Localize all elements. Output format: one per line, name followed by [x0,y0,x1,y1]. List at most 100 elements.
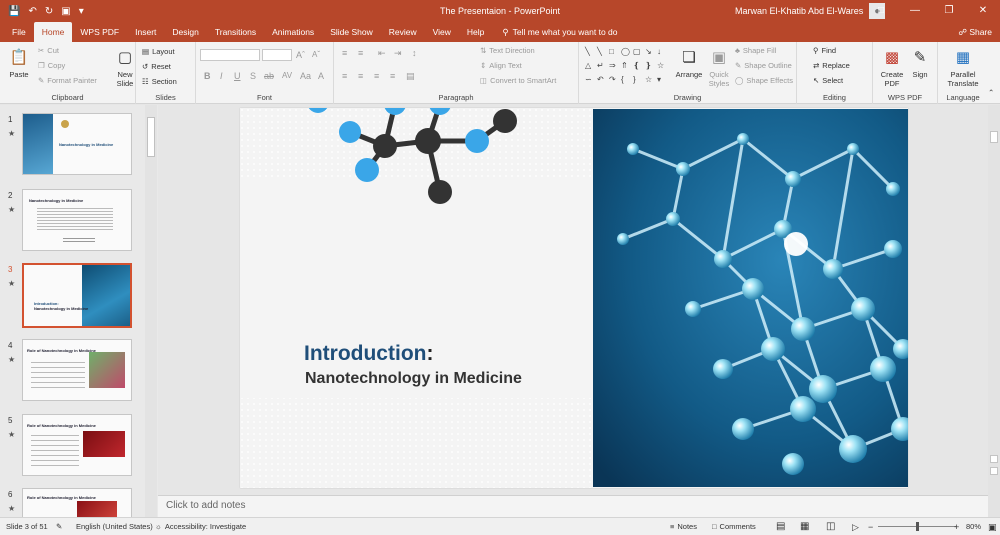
font-size-select[interactable] [262,49,292,61]
font-name-select[interactable] [200,49,260,61]
increase-indent-icon[interactable]: ⇥ [394,48,402,59]
copy-button[interactable]: ❐ Copy [38,61,65,70]
rectangle-shape-icon[interactable]: □ [609,47,619,59]
bullets-icon[interactable]: ≡ [342,48,347,58]
decrease-font-icon[interactable]: Aˇ [312,50,320,59]
slideshow-view-icon[interactable]: ▷ [852,518,859,535]
cut-button[interactable]: ✂ Cut [38,46,59,55]
justify-icon[interactable]: ≡ [390,71,395,81]
oval-shape-icon[interactable]: ◯ [621,47,631,59]
brace-shape-icon[interactable]: { [621,75,631,87]
star-shape-icon[interactable]: ☆ [657,61,667,73]
char-spacing-icon[interactable]: AV [282,71,292,80]
reset-button[interactable]: ↺ Reset [142,62,171,71]
normal-view-icon[interactable]: ▤ [776,518,785,535]
select-button[interactable]: ↖ Select [813,76,843,85]
quick-styles-button[interactable]: ▣ Quick Styles [704,46,734,89]
font-color-icon[interactable]: A [318,71,324,81]
arrow-shape-icon[interactable]: ↓ [657,47,667,59]
curve-shape-icon[interactable]: ∽ [585,75,595,87]
slide-thumbnail-5[interactable]: 5 ★ Role of Nanotechnology in Medicine [0,414,145,484]
tab-help[interactable]: Help [459,22,492,42]
curve-shape-icon[interactable]: ↷ [609,75,619,87]
slide-thumbnail-3[interactable]: 3 ★ Introduction: Nanotechnology in Medi… [0,263,145,333]
line-shape-icon[interactable]: ╲ [585,47,595,59]
zoom-in-icon[interactable]: + [954,518,959,535]
slide-thumbnail-1[interactable]: 1 ★ Nanotechnology in Medicine [0,113,145,183]
shapes-gallery[interactable]: ╲ ╲ □ ◯ ▢ ↘ ↓ △ ↵ ⇒ ⇑ ❴ ❵ ☆ ∽ ↶ ↷ { } ☆ … [585,47,664,87]
decrease-indent-icon[interactable]: ⇤ [378,48,386,59]
new-slide-button[interactable]: ▢ New Slide [112,46,138,89]
align-center-icon[interactable]: ≡ [358,71,363,81]
current-slide[interactable]: Introduction: Nanotechnology in Medicine [240,108,908,488]
slide-thumbnail-4[interactable]: 4 ★ Role of Nanotechnology in Medicine [0,339,145,409]
triangle-shape-icon[interactable]: △ [585,61,595,73]
create-pdf-button[interactable]: ▩ Create PDF [877,46,907,89]
brace-shape-icon[interactable]: } [633,75,643,87]
thumbnail-scrollbar[interactable] [145,105,157,517]
nanostructure-image[interactable] [593,109,908,487]
convert-smartart-button[interactable]: ◫ Convert to SmartArt [480,76,556,85]
notes-pane[interactable]: Click to add notes [158,495,988,517]
star-shape-icon[interactable]: ☆ [645,75,655,87]
arrange-button[interactable]: ❏ Arrange [672,46,706,80]
arrow-shape-icon[interactable]: ↵ [597,61,607,73]
zoom-slider-knob[interactable] [916,522,919,531]
bold-icon[interactable]: B [204,71,211,81]
redo-icon[interactable]: ↻ [45,6,53,17]
customize-qat-icon[interactable]: ▾ [79,6,84,17]
editor-scrollbar[interactable] [988,105,1000,517]
tab-animations[interactable]: Animations [264,22,322,42]
shape-outline-button[interactable]: ✎ Shape Outline [735,61,792,70]
start-slideshow-icon[interactable]: ▣ [61,6,70,17]
align-left-icon[interactable]: ≡ [342,71,347,81]
curve-shape-icon[interactable]: ↶ [597,75,607,87]
layout-button[interactable]: ▤ Layout [142,47,175,56]
tab-view[interactable]: View [425,22,459,42]
scrollbar-thumb[interactable] [147,117,155,157]
slide-thumbnail-6[interactable]: 6 ★ Role of Nanotechnology in Medicine [0,488,145,517]
minimize-icon[interactable]: — [898,0,932,22]
align-right-icon[interactable]: ≡ [374,71,379,81]
comments-button[interactable]: □ Comments [712,518,756,535]
italic-icon[interactable]: I [220,71,223,81]
tab-file[interactable]: File [0,22,34,42]
share-button[interactable]: ☍ Share [958,22,992,42]
find-button[interactable]: ⚲ Find [813,46,836,55]
shape-fill-button[interactable]: ♣ Shape Fill [735,46,776,55]
save-icon[interactable]: 💾 [8,6,20,17]
close-icon[interactable]: ✕ [966,0,1000,22]
numbering-icon[interactable]: ≡ [358,48,363,58]
arrow-shape-icon[interactable]: ⇒ [609,61,619,73]
arrow-shape-icon[interactable]: ↘ [645,47,655,59]
collapse-ribbon-icon[interactable]: ⌃ [988,88,994,97]
zoom-out-icon[interactable]: − [868,518,873,535]
replace-button[interactable]: ⇄ Replace [813,61,850,70]
bracket-shape-icon[interactable]: ❵ [645,61,655,73]
language-status[interactable]: English (United States) [76,518,153,535]
paste-button[interactable]: 📋 Paste [4,46,34,80]
shape-effects-button[interactable]: ◯ Shape Effects [735,76,793,85]
change-case-icon[interactable]: Aa [300,71,311,81]
notes-button[interactable]: ≡ Notes [670,518,697,535]
scrollbar-thumb[interactable] [990,131,998,143]
increase-font-icon[interactable]: Aˆ [296,50,305,60]
sign-button[interactable]: ✎ Sign [907,46,933,80]
columns-icon[interactable]: ▤ [406,71,415,82]
reading-view-icon[interactable]: ◫ [826,518,835,535]
align-text-button[interactable]: ⇕ Align Text [480,61,522,70]
spelling-icon[interactable]: ✎ [56,518,62,535]
shadow-icon[interactable]: S [250,71,256,81]
rounded-rect-shape-icon[interactable]: ▢ [633,47,643,59]
slide-heading[interactable]: Introduction: [304,342,433,366]
previous-slide-icon[interactable] [990,455,998,463]
section-button[interactable]: ☷ Section [142,77,177,86]
tab-slide-show[interactable]: Slide Show [322,22,381,42]
underline-icon[interactable]: U [234,71,241,81]
slide-sorter-icon[interactable]: ▦ [800,518,809,535]
ribbon-display-options-icon[interactable]: □ [864,0,898,22]
zoom-level[interactable]: 80% [966,518,981,535]
line-spacing-icon[interactable]: ↕ [412,48,417,58]
arrow-shape-icon[interactable]: ⇑ [621,61,631,73]
undo-icon[interactable]: ↶ [28,6,36,17]
